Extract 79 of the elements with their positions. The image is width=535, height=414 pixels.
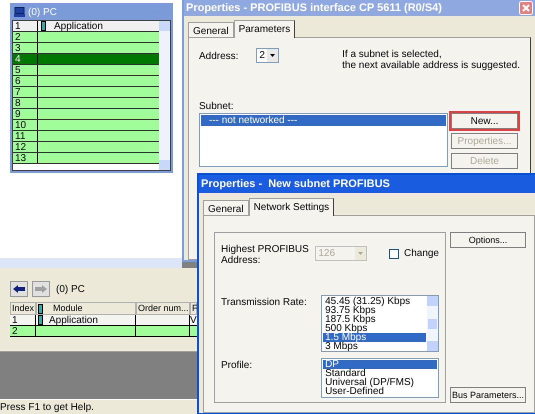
column-header[interactable]: Module [36,302,136,315]
slot-row[interactable]: 9 [13,109,159,120]
module-row[interactable]: 2 [10,326,197,337]
list-item[interactable]: 93.75 Kbps [323,306,426,315]
list-item[interactable]: 187.5 Kbps [323,315,426,324]
hint-text: If a subnet is selected, [342,49,443,60]
module-name: Application [54,21,103,32]
column-header[interactable]: F [190,302,197,315]
checkbox[interactable] [388,248,399,258]
slot-row[interactable]: 13 [13,153,159,164]
hint-text: the next available address is suggested. [342,60,520,71]
window-title: Properties - New subnet PROFIBUS [201,178,390,190]
slot-number: 11 [13,131,38,141]
address-dropdown[interactable]: 2 [256,48,280,63]
list-item[interactable]: User-Defined [323,387,437,396]
slot-number: 10 [13,120,38,130]
field-label: Subnet: [199,101,234,112]
slot-number: 4 [13,54,38,64]
list-item[interactable]: --- not networked --- [201,115,446,126]
vertical-scrollbar[interactable] [427,296,438,351]
field-label: Transmission Rate: [221,296,308,308]
slot-number: 9 [13,109,38,119]
slot-number: 3 [13,43,38,53]
vertical-scrollbar[interactable] [159,21,170,170]
slot-row[interactable]: 3 [13,43,159,54]
window-title: (0) PC [28,6,57,18]
slot-row[interactable]: 8 [13,98,159,109]
slot-row[interactable]: 5 [13,65,159,76]
slot-number: 12 [13,142,38,152]
subnet-list[interactable]: --- not networked --- [199,113,448,167]
slot-row[interactable]: 2 [13,32,159,43]
field-label: Profile: [221,359,254,371]
checkbox-label: Change [404,248,439,259]
station-label: (0) PC [56,284,85,294]
list-item[interactable]: 500 Kbps [323,324,426,333]
dialog-button[interactable]: New... [451,113,518,129]
window-title: Properties - PROFIBUS interface CP 5611 (R0/S4) [186,2,442,14]
list-item[interactable]: 45.45 (31.25) Kbps [323,297,426,306]
computer-icon [14,7,25,17]
slot-number: 8 [13,98,38,108]
slot-row[interactable]: 4 [13,54,159,65]
tab[interactable]: General [188,22,234,37]
dialog-button[interactable]: Options... [450,232,526,248]
slot-row[interactable]: 11 [13,131,159,142]
tab[interactable]: General [203,200,249,215]
list-box[interactable]: 45.45 (31.25) Kbps 93.75 Kbps 187.5 Kbps 500 Kbps 1.5 Mbps 3 Mbps [321,295,439,352]
module-icon [41,21,46,31]
horizontal-scrollbar[interactable] [0,258,182,268]
slot-row[interactable]: 12 [13,142,159,153]
list-item[interactable]: DP [323,360,437,369]
list-box[interactable]: DP Standard Universal (DP/FMS) User-Defined [321,358,439,398]
list-item[interactable]: 1.5 Mbps [323,333,426,342]
slot-number: 13 [13,153,38,163]
table-cell: 1 [10,315,36,325]
slot-number: 1 [13,21,38,31]
status-text: Press F1 to get Help. [0,402,94,412]
field-label: Address: [199,50,240,62]
slot-row[interactable]: 10 [13,120,159,131]
slot-row[interactable]: 1 Application [13,21,159,32]
module-row[interactable]: 1 Application V [10,315,197,326]
slot-number: 2 [13,32,38,42]
table-cell: Application [49,314,98,326]
list-item[interactable]: Standard [323,369,437,378]
field-label: Highest PROFIBUS Address: [221,244,310,266]
slot-number: 7 [13,87,38,97]
slot-row[interactable]: 6 [13,76,159,87]
list-item[interactable]: 3 Mbps [323,342,426,351]
table-cell: 2 [10,326,36,336]
list-item[interactable]: Universal (DP/FMS) [323,378,437,387]
column-header[interactable]: Index [10,302,36,315]
close-icon[interactable] [519,1,533,15]
slot-number: 5 [13,65,38,75]
slot-row[interactable]: 7 [13,87,159,98]
column-header[interactable]: Order num... [136,302,190,315]
table-cell: V [190,315,197,326]
slot-number: 6 [13,76,38,86]
tab[interactable]: Parameters [234,20,296,38]
dialog-button[interactable]: Bus Parameters... [450,387,526,403]
tab[interactable]: Network Settings [248,198,334,216]
